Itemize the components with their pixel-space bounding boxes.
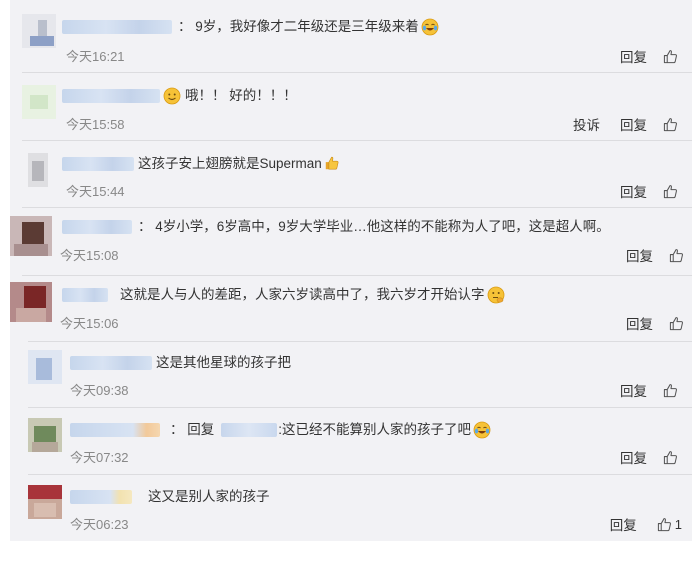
laugh-cry-emoji-icon [473,421,491,439]
thumbs-up-icon [669,248,683,262]
comment-actions: 回复 1 [610,514,682,534]
timestamp: 今天09:38 [70,383,129,398]
reply-item: ： 回复 :这已经不能算别人家的孩子了吧 今天07:32 回复 [10,408,692,475]
thumbs-up-icon [663,383,677,397]
reply-button[interactable]: 回复 [620,181,647,201]
thumbs-up-icon [663,49,677,63]
comment-actions: 回复 [620,380,678,400]
username-blurred[interactable] [62,288,108,302]
avatar[interactable] [28,350,62,384]
comment-feed: ： 9岁，我好像才二年级还是三年级来着 今天16:21 回复 哦！！ 好的！！！… [10,0,692,541]
username-blurred[interactable] [62,157,134,171]
timestamp: 今天06:23 [70,517,129,532]
avatar[interactable] [22,14,56,48]
timestamp: 今天15:58 [66,117,125,132]
comment-actions: 投诉 回复 [573,114,678,134]
timestamp: 今天16:21 [66,49,125,64]
avatar[interactable] [28,485,62,519]
reply-button[interactable]: 回复 [620,46,647,66]
comment-text: 这就是人与人的差距，人家六岁读高中了，我六岁才开始认字 [120,286,505,304]
reply-button[interactable]: 回复 [626,245,653,265]
username-blurred[interactable] [62,89,160,103]
comment-text: 哦！！ 好的！！！ [163,87,297,105]
comment-text: ： 9岁，我好像才二年级还是三年级来着 [178,18,439,36]
comment-item: 这孩子安上翅膀就是Superman 今天15:44 回复 [10,141,692,208]
timestamp: 今天15:06 [60,316,119,331]
laugh-cry-emoji-icon [421,18,439,36]
comment-text: 这是其他星球的孩子把 [156,355,291,370]
username-blurred[interactable] [70,356,152,370]
username-blurred[interactable] [70,423,160,437]
like-button[interactable] [663,383,678,398]
like-button[interactable] [669,316,684,331]
report-button[interactable]: 投诉 [573,114,600,134]
avatar[interactable] [10,216,52,256]
avatar[interactable] [28,418,62,452]
avatar[interactable] [22,85,56,119]
timestamp: 今天15:08 [60,248,119,263]
comment-actions: 回复 [626,245,684,265]
comment-actions: 回复 [626,313,684,333]
comment-text: ： 4岁小学，6岁高中，9岁大学毕业…他这样的不能称为人了吧，这是超人啊。 [138,219,610,234]
username-blurred[interactable] [70,490,132,504]
comment-item: ： 9岁，我好像才二年级还是三年级来着 今天16:21 回复 [10,0,692,73]
comment-item: ： 4岁小学，6岁高中，9岁大学毕业…他这样的不能称为人了吧，这是超人啊。 今天… [10,208,692,276]
reply-button[interactable]: 回复 [626,313,653,333]
like-button[interactable] [663,450,678,465]
timestamp: 今天15:44 [66,184,125,199]
reply-button[interactable]: 回复 [620,447,647,467]
thumbs-up-icon [663,450,677,464]
comment-actions: 回复 [620,447,678,467]
thumbs-up-icon [663,117,677,131]
mention-blurred[interactable] [221,423,278,437]
comment-item: 哦！！ 好的！！！ 今天15:58 投诉 回复 [10,73,692,141]
reply-button[interactable]: 回复 [610,514,637,534]
thumbs-up-icon [657,517,671,531]
thumbs-up-emoji-icon [324,155,342,173]
username-blurred[interactable] [62,220,132,234]
comment-text: 这又是别人家的孩子 [148,489,270,504]
like-count: 1 [674,516,682,532]
comment-text: 这孩子安上翅膀就是Superman [138,155,342,173]
comment-item: 这就是人与人的差距，人家六岁读高中了，我六岁才开始认字 今天15:06 回复 [10,276,692,342]
reply-button[interactable]: 回复 [620,114,647,134]
smile-emoji-icon [163,87,181,105]
comment-actions: 回复 [620,46,678,66]
reply-item: 这又是别人家的孩子 今天06:23 回复 1 [10,475,692,541]
reply-item: 这是其他星球的孩子把 今天09:38 回复 [10,342,692,408]
comment-text: ： 回复 :这已经不能算别人家的孩子了吧 [170,421,491,439]
like-button[interactable] [669,248,684,263]
avatar[interactable] [10,282,52,322]
think-emoji-icon [487,286,505,304]
like-button[interactable] [663,184,678,199]
like-button[interactable] [663,49,678,64]
like-button[interactable]: 1 [657,517,682,532]
reply-button[interactable]: 回复 [620,380,647,400]
comment-actions: 回复 [620,181,678,201]
thumbs-up-icon [663,184,677,198]
timestamp: 今天07:32 [70,450,129,465]
thumbs-up-icon [669,316,683,330]
like-button[interactable] [663,117,678,132]
avatar[interactable] [22,153,56,187]
username-blurred[interactable] [62,20,172,34]
